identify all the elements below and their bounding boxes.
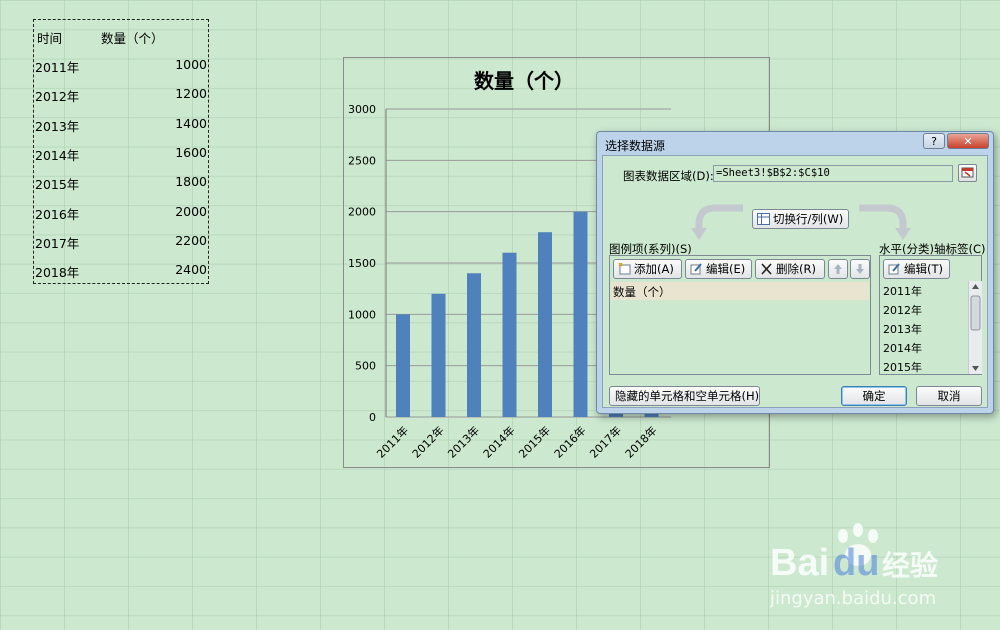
- cancel-button[interactable]: 取消: [916, 386, 982, 406]
- cell-year[interactable]: 2015年: [35, 174, 79, 193]
- category-item[interactable]: 2011年: [883, 283, 922, 299]
- y-tick-label: 0: [369, 411, 376, 424]
- ok-button[interactable]: 确定: [841, 386, 907, 406]
- baidu-jingyan-watermark: Bai du 经验 jingyan.baidu.com: [769, 520, 992, 615]
- x-tick-label: 2016年: [551, 423, 588, 460]
- edit-icon: [690, 263, 702, 275]
- y-tick-label: 500: [355, 360, 376, 373]
- category-panel: 编辑(T) 2011年 2012年 2013年 2014年 2015年: [879, 255, 982, 375]
- chart-title[interactable]: 数量（个）: [474, 69, 574, 93]
- cell-year[interactable]: 2016年: [35, 204, 79, 223]
- series-list-item[interactable]: 数量（个）: [611, 282, 869, 300]
- edit-series-label: 编辑(E): [706, 262, 746, 276]
- cell-count[interactable]: 2400: [175, 262, 207, 277]
- cell-count[interactable]: 1600: [175, 145, 207, 160]
- select-data-source-dialog: 选择数据源 ? ✕ 图表数据区域(D): =Sheet3!$B$2:$C$10: [596, 131, 994, 414]
- move-down-button[interactable]: [850, 259, 870, 279]
- x-tick-label: 2017年: [587, 423, 624, 460]
- switch-row-column-button[interactable]: 切换行/列(W): [752, 209, 849, 229]
- cell-year[interactable]: 2014年: [35, 145, 79, 164]
- switch-arrow-right-icon: [859, 204, 911, 240]
- add-series-button[interactable]: 添加(A): [613, 259, 682, 279]
- range-picker-icon: [961, 167, 974, 178]
- series-panel: 添加(A) 编辑(E) 删除(R) 数量（个）: [609, 255, 871, 375]
- category-item[interactable]: 2014年: [883, 340, 922, 356]
- dialog-body: 图表数据区域(D): =Sheet3!$B$2:$C$10 切换行/列(W) 图…: [602, 155, 988, 408]
- range-collapse-button[interactable]: [958, 164, 977, 182]
- bar[interactable]: [502, 252, 517, 417]
- delete-series-label: 删除(R): [776, 262, 816, 276]
- x-tick-label: 2013年: [445, 423, 482, 460]
- cell-count[interactable]: 2000: [175, 204, 207, 219]
- range-value: =Sheet3!$B$2:$C$10: [716, 167, 830, 179]
- series-name: 数量（个）: [613, 285, 671, 299]
- bar[interactable]: [538, 232, 552, 417]
- switch-row-column-label: 切换行/列(W): [773, 212, 844, 226]
- header-time[interactable]: 时间: [37, 28, 62, 47]
- cell-count[interactable]: 1400: [175, 116, 207, 131]
- switch-arrow-left-icon: [691, 204, 743, 240]
- x-tick-label: 2012年: [409, 423, 446, 460]
- delete-series-button[interactable]: 删除(R): [755, 259, 825, 279]
- y-tick-label: 1500: [348, 257, 376, 270]
- bar[interactable]: [396, 314, 410, 417]
- move-up-button[interactable]: [828, 259, 848, 279]
- cell-year[interactable]: 2011年: [35, 57, 79, 76]
- category-list[interactable]: 2011年 2012年 2013年 2014年 2015年: [880, 281, 968, 374]
- cell-count[interactable]: 1000: [175, 57, 207, 72]
- scrollbar-arrows-icon: [970, 284, 981, 371]
- cell-count[interactable]: 2200: [175, 233, 207, 248]
- watermark-url: jingyan.baidu.com: [770, 588, 936, 609]
- x-tick-label: 2014年: [480, 423, 517, 460]
- edit-icon: [888, 263, 900, 275]
- category-item[interactable]: 2013年: [883, 321, 922, 337]
- cell-year[interactable]: 2017年: [35, 233, 79, 252]
- header-count[interactable]: 数量（个）: [101, 28, 164, 47]
- watermark-product: 经验: [882, 549, 938, 582]
- x-tick-label: 2011年: [374, 423, 411, 460]
- cell-count[interactable]: 1200: [175, 86, 207, 101]
- hidden-empty-cells-button[interactable]: 隐藏的单元格和空单元格(H): [609, 386, 760, 406]
- cell-year[interactable]: 2018年: [35, 262, 79, 281]
- range-input[interactable]: =Sheet3!$B$2:$C$10: [713, 165, 953, 182]
- edit-axis-labels-button[interactable]: 编辑(T): [883, 259, 950, 279]
- switch-row-column-icon: [757, 213, 770, 225]
- add-icon: [618, 263, 631, 275]
- y-tick-label: 2500: [348, 154, 376, 167]
- bar[interactable]: [431, 293, 446, 417]
- bar[interactable]: [467, 273, 481, 417]
- add-series-label: 添加(A): [634, 262, 674, 276]
- close-button[interactable]: ✕: [947, 133, 989, 149]
- y-tick-label: 1000: [348, 308, 376, 321]
- range-label: 图表数据区域(D):: [623, 169, 714, 183]
- dialog-title: 选择数据源: [605, 139, 666, 153]
- cell-count[interactable]: 1800: [175, 174, 207, 189]
- y-tick-label: 3000: [348, 103, 376, 116]
- arrow-up-icon: [834, 264, 842, 274]
- bar[interactable]: [573, 211, 588, 417]
- category-item[interactable]: 2012年: [883, 302, 922, 318]
- baidu-logo: Bai du 经验 jingyan.baidu.com: [769, 523, 938, 609]
- x-tick-label: 2018年: [622, 423, 659, 460]
- selected-data-range[interactable]: 时间 数量（个） 2011年 1000 2012年 1200 2013年 140…: [33, 19, 209, 284]
- cell-year[interactable]: 2012年: [35, 86, 79, 105]
- cell-year[interactable]: 2013年: [35, 116, 79, 135]
- watermark-brand-du: du: [833, 542, 879, 584]
- help-button[interactable]: ?: [923, 133, 945, 149]
- category-scrollbar[interactable]: [968, 281, 982, 374]
- y-tick-label: 2000: [348, 206, 376, 219]
- arrow-down-icon: [856, 264, 864, 274]
- x-tick-label: 2015年: [516, 423, 553, 460]
- delete-icon: [761, 263, 772, 275]
- edit-series-button[interactable]: 编辑(E): [685, 259, 752, 279]
- edit-axis-labels-label: 编辑(T): [904, 262, 943, 276]
- watermark-brand: Bai: [770, 542, 829, 584]
- category-item[interactable]: 2015年: [883, 359, 922, 374]
